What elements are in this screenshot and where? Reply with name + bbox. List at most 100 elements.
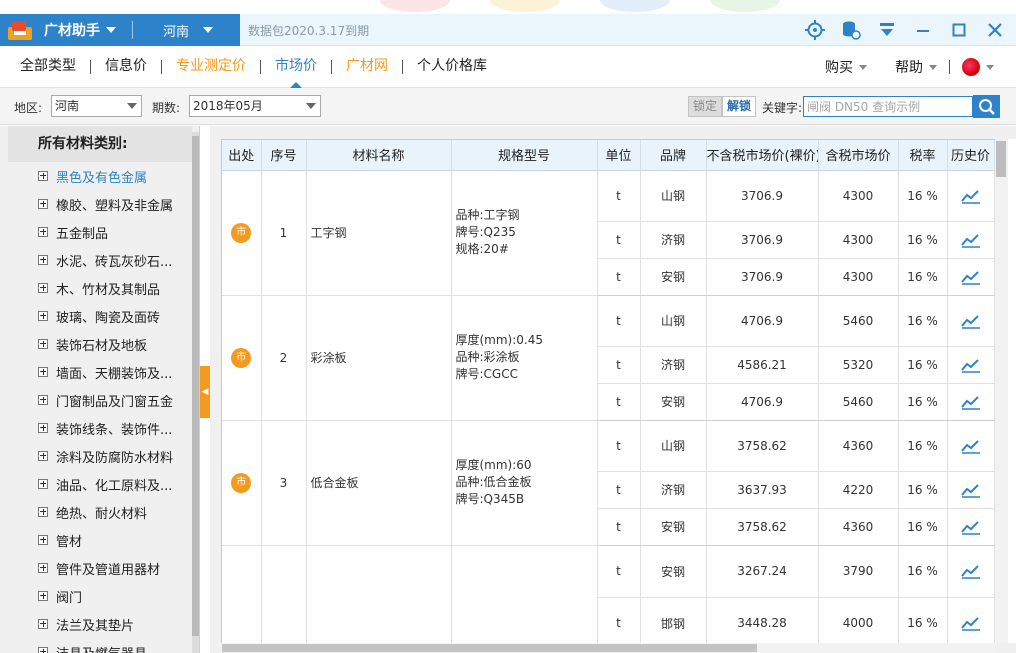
sidebar-item[interactable]: 墙面、天棚装饰及... — [8, 358, 190, 386]
expand-plus-icon[interactable] — [38, 255, 48, 265]
sidebar-item[interactable]: 玻璃、陶瓷及面砖 — [8, 302, 190, 330]
header-source[interactable]: 出处 — [222, 140, 262, 171]
table-row[interactable]: 市 1 工字钢 品种:工字钢 牌号:Q235 规格:20# t 山钢 3706.9 4300 16 … — [222, 170, 995, 296]
tab-guangcai-web[interactable]: 广材网 — [346, 46, 388, 88]
header-spec[interactable]: 规格型号 — [451, 140, 598, 171]
expand-plus-icon[interactable] — [38, 647, 48, 653]
user-menu[interactable] — [962, 58, 994, 76]
sidebar-item[interactable]: 管件及管道用器材 — [8, 554, 190, 582]
expand-plus-icon[interactable] — [38, 563, 48, 573]
period-select[interactable]: 2018年05月 — [189, 95, 321, 117]
expand-plus-icon[interactable] — [38, 507, 48, 517]
tab-personal-price-library[interactable]: 个人价格库 — [417, 46, 487, 88]
region-select[interactable]: 河南 — [51, 95, 142, 117]
expand-plus-icon[interactable] — [38, 451, 48, 461]
database-icon[interactable] — [840, 19, 862, 41]
header-unit[interactable]: 单位 — [597, 140, 641, 171]
table-row[interactable]: 市 3 低合金板 厚度(mm):60 品种:低合金板 牌号:Q345B t 山钢 3758.62… — [222, 420, 995, 546]
sidebar-item[interactable]: 管材 — [8, 526, 190, 554]
table-vertical-scroll-thumb[interactable] — [996, 141, 1006, 177]
region-switch[interactable]: 河南 — [163, 21, 189, 40]
chevron-down-icon[interactable] — [203, 27, 214, 33]
expand-plus-icon[interactable] — [38, 339, 48, 349]
table-horizontal-scroll-thumb[interactable] — [222, 644, 757, 652]
sidebar-scroll-thumb[interactable] — [192, 136, 199, 636]
history-trend-icon[interactable] — [960, 616, 981, 631]
history-trend-icon[interactable] — [960, 519, 981, 535]
expand-plus-icon[interactable] — [38, 395, 48, 405]
chevron-down-icon[interactable] — [106, 27, 116, 33]
history-trend-icon[interactable] — [960, 188, 981, 204]
header-price-in-tax[interactable]: 含税市场价 — [818, 140, 899, 171]
expand-plus-icon[interactable] — [38, 227, 48, 237]
keyword-search-input[interactable] — [803, 96, 973, 117]
download-icon[interactable] — [876, 19, 898, 41]
sidebar-item[interactable]: 阀门 — [8, 582, 190, 610]
expand-plus-icon[interactable] — [38, 283, 48, 293]
unlock-button[interactable]: 解锁 — [722, 96, 756, 117]
sidebar-item[interactable]: 门窗制品及门窗五金 — [8, 386, 190, 414]
source-badge[interactable]: 市 — [231, 222, 252, 243]
history-trend-icon[interactable] — [960, 357, 981, 373]
close-icon[interactable] — [984, 19, 1006, 41]
header-history[interactable]: 历史价 — [947, 140, 995, 171]
expand-plus-icon[interactable] — [38, 311, 48, 321]
sidebar-item[interactable]: 黑色及有色金属 — [8, 162, 190, 190]
app-block: 广材助手 河南 — [0, 14, 240, 46]
expand-plus-icon[interactable] — [38, 199, 48, 209]
sidebar-item[interactable]: 五金制品 — [8, 218, 190, 246]
sidebar-item[interactable]: 水泥、砖瓦灰砂石... — [8, 246, 190, 274]
source-badge[interactable]: 市 — [231, 347, 252, 368]
expand-plus-icon[interactable] — [38, 591, 48, 601]
tab-market-price[interactable]: 市场价 — [275, 46, 317, 88]
source-badge[interactable]: 市 — [231, 472, 252, 493]
table-vertical-scrollbar[interactable] — [995, 139, 1008, 643]
sidebar-item[interactable]: 洁具及燃气器具 — [8, 638, 190, 653]
buy-menu[interactable]: 购买 — [825, 57, 867, 77]
expand-plus-icon[interactable] — [38, 479, 48, 489]
table-row[interactable]: 市 2 彩涂板 厚度(mm):0.45 品种:彩涂板 牌号:CGCC t 山钢 4706.9 54… — [222, 295, 995, 421]
lock-button[interactable]: 锁定 — [688, 96, 722, 117]
sidebar-item[interactable]: 橡胶、塑料及非金属 — [8, 190, 190, 218]
tab-info-price[interactable]: 信息价 — [105, 46, 147, 88]
sidebar-item[interactable]: 装饰石材及地板 — [8, 330, 190, 358]
history-trend-icon[interactable] — [960, 232, 981, 248]
history-trend-icon[interactable] — [960, 313, 981, 329]
history-trend-icon[interactable] — [960, 438, 981, 454]
unit-cell: t — [597, 346, 641, 384]
header-material-name[interactable]: 材料名称 — [306, 140, 452, 171]
unit-cell: t — [597, 258, 641, 296]
expand-plus-icon[interactable] — [38, 171, 48, 181]
header-tax-rate[interactable]: 税率 — [898, 140, 948, 171]
maximize-icon[interactable] — [948, 19, 970, 41]
expand-plus-icon[interactable] — [38, 367, 48, 377]
sidebar-item[interactable]: 法兰及其垫片 — [8, 610, 190, 638]
history-trend-icon[interactable] — [960, 482, 981, 498]
sidebar-item[interactable]: 装饰线条、装饰件... — [8, 414, 190, 442]
header-brand[interactable]: 品牌 — [640, 140, 707, 171]
header-index[interactable]: 序号 — [261, 140, 307, 171]
tab-all-types[interactable]: 全部类型 — [20, 46, 76, 88]
app-name[interactable]: 广材助手 — [44, 20, 100, 40]
search-button[interactable] — [973, 95, 1000, 118]
tax-rate-cell: 16 % — [898, 471, 948, 509]
history-trend-icon[interactable] — [960, 269, 981, 285]
sidebar-item[interactable]: 木、竹材及其制品 — [8, 274, 190, 302]
tax-rate-cell: 16 % — [898, 221, 948, 259]
target-icon[interactable] — [804, 19, 826, 41]
tab-professional-price[interactable]: 专业测定价 — [176, 46, 246, 88]
sidebar-item[interactable]: 涂料及防腐防水材料 — [8, 442, 190, 470]
price-ex-tax-cell: 3637.93 — [706, 471, 819, 509]
expand-plus-icon[interactable] — [38, 619, 48, 629]
table-row[interactable]: t 安钢 3267.24 3790 16 % — [222, 545, 995, 643]
minimize-icon[interactable] — [912, 19, 934, 41]
header-price-ex-tax[interactable]: 不含税市场价(裸价) — [706, 140, 819, 171]
expand-plus-icon[interactable] — [38, 423, 48, 433]
history-trend-icon[interactable] — [960, 394, 981, 410]
collapse-sidebar-button[interactable]: ◀ — [200, 366, 210, 418]
sidebar-item[interactable]: 油品、化工原料及... — [8, 470, 190, 498]
help-menu[interactable]: 帮助 — [895, 57, 937, 77]
history-trend-icon[interactable] — [960, 564, 981, 579]
expand-plus-icon[interactable] — [38, 535, 48, 545]
sidebar-item[interactable]: 绝热、耐火材料 — [8, 498, 190, 526]
